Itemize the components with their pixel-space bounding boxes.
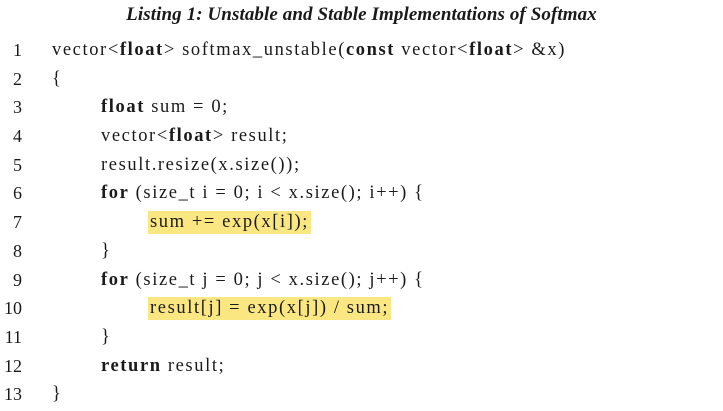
keyword: float [469,40,514,60]
code-text: return result; [101,355,226,376]
code-line: 8 } [0,238,723,267]
line-number: 5 [13,154,22,175]
code-line: 2 { [0,66,723,95]
code-line: 12 return result; [0,353,723,382]
keyword: float [168,126,213,147]
code-text: } [52,384,63,405]
line-number: 7 [13,212,22,233]
code-text: sum += exp(x[i]); [148,211,312,235]
code-line: 1 vector<float> softmax_unstable(const v… [0,37,723,66]
keyword: const [345,40,396,60]
keyword: float [119,40,164,60]
line-number: 8 [13,240,22,261]
highlighted-code: sum += exp(x[i]); [148,211,312,235]
code-text: vector<float> result; [101,126,289,147]
line-number: 10 [4,298,22,319]
line-number: 2 [13,68,22,89]
code-line: 7 sum += exp(x[i]); [0,209,723,238]
line-number: 13 [4,384,22,405]
line-number: 12 [4,355,22,376]
code-text: for (size_t j = 0; j < x.size(); j++) { [101,269,425,290]
highlighted-code: result[j] = exp(x[j]) / sum; [148,297,392,321]
code-line: 6 for (size_t i = 0; i < x.size(); i++) … [0,180,723,209]
code-text: result.resize(x.size()); [101,154,301,175]
keyword: float [101,97,145,118]
line-number: 1 [13,40,22,60]
listing-caption: Listing 1: Unstable and Stable Implement… [126,4,597,25]
code-listing: 1 vector<float> softmax_unstable(const v… [0,37,723,410]
keyword: for [101,183,130,204]
code-line: 11 } [0,324,723,353]
code-text: } [101,240,112,261]
code-line: 5 result.resize(x.size()); [0,152,723,181]
line-number: 6 [13,183,22,204]
code-line: 4 vector<float> result; [0,123,723,152]
code-line: 3 float sum = 0; [0,94,723,123]
code-text: for (size_t i = 0; i < x.size(); i++) { [101,183,425,204]
line-number: 4 [13,126,22,147]
code-line: 13 } [0,381,723,410]
keyword: for [101,269,130,290]
line-number: 9 [13,269,22,290]
keyword: return [101,355,162,376]
code-text: float sum = 0; [101,97,229,118]
code-text: result[j] = exp(x[j]) / sum; [148,297,392,321]
line-number: 3 [13,97,22,118]
line-number: 11 [4,326,22,347]
code-line: 10 result[j] = exp(x[j]) / sum; [0,295,723,324]
code-text: } [101,326,112,347]
code-text: vector<float> softmax_unstable(const vec… [52,40,566,60]
code-line: 9 for (size_t j = 0; j < x.size(); j++) … [0,267,723,296]
code-text: { [52,68,63,89]
